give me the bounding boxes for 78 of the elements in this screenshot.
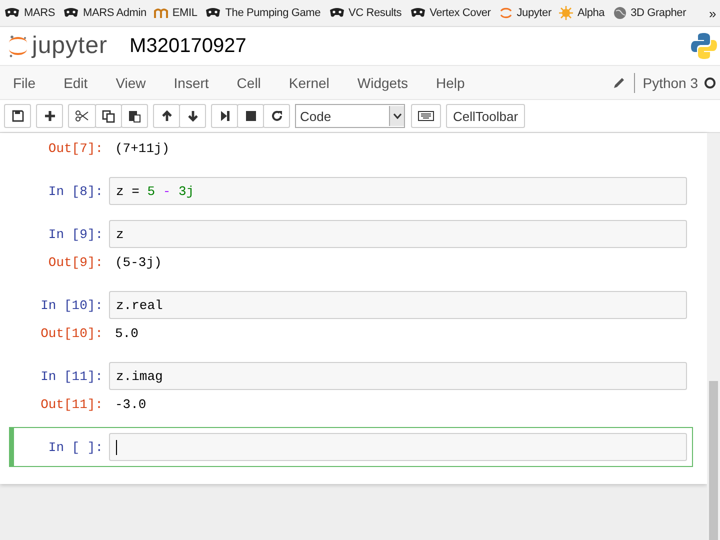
menu-item[interactable]: Cell [236,74,261,90]
text-cursor [116,440,117,454]
arrow-up-icon [160,110,172,122]
code-input[interactable]: z [109,220,687,248]
output-text: -3.0 [114,396,146,412]
menu-item[interactable]: View [116,74,146,90]
mask-icon [328,7,345,19]
bookmark-link[interactable]: EMIL [154,7,198,19]
paste-button[interactable] [121,104,148,128]
bookmark-link[interactable]: Alpha [559,6,605,20]
menu-item[interactable]: Insert [174,74,209,90]
jupyter-logo: jupyter [8,32,108,60]
code-input[interactable]: z.real [109,291,687,319]
python-logo-icon [690,32,718,60]
selected-cell[interactable]: In [ ]: [9,427,693,467]
globe-icon [612,6,627,20]
step-forward-icon [218,110,230,122]
bookmark-link[interactable]: VC Results [328,7,402,19]
output-prompt: Out[11]: [40,396,104,412]
output-prompt: Out[7]: [47,140,104,156]
pencil-icon [612,76,626,90]
move-up-button[interactable] [153,104,180,128]
output-text: (7+11j) [114,140,170,156]
menu-item[interactable]: Kernel [288,74,330,90]
bookmark-link[interactable]: 3D Grapher [612,6,686,20]
output-prompt: Out[9]: [47,254,104,270]
output-prompt: Out[10]: [40,326,104,340]
keyboard-icon [418,111,434,121]
paste-icon [128,110,141,122]
move-down-button[interactable] [179,104,206,128]
code-input[interactable]: z.imag [109,362,687,390]
bookmark-link[interactable]: The Pumping Game [205,7,321,19]
keyboard-button[interactable] [411,104,441,128]
notebook-title[interactable]: M320170927 [130,34,246,58]
restart-icon [270,110,282,122]
code-input[interactable]: z = 5 - 3j [109,177,687,205]
bookmark-link[interactable]: Jupyter [498,6,552,20]
add-cell-button[interactable] [36,104,63,128]
input-prompt: In [8]: [47,184,104,198]
input-prompt: In [10]: [40,298,104,312]
bookmark-link[interactable]: Vertex Cover [410,7,491,19]
copy-icon [102,110,115,122]
save-icon [12,110,24,122]
scrollbar-thumb[interactable] [709,381,718,540]
kernel-name: Python 3 [642,74,698,90]
plus-icon [44,110,56,122]
cell-type-dropdown[interactable]: Code [295,104,405,128]
input-prompt: In [11]: [40,368,104,384]
input-prompt: In [9]: [47,226,104,242]
stop-button[interactable] [237,104,264,128]
input-prompt: In [ ]: [47,440,104,454]
run-button[interactable] [211,104,238,128]
bookmark-link[interactable]: MARS [4,7,55,19]
mask-icon [410,7,426,19]
output-text: 5.0 [114,326,138,340]
bookmark-link[interactable]: MARS Admin [62,7,146,19]
caret-icon [392,113,402,119]
sun-icon [559,6,574,20]
restart-button[interactable] [263,104,290,128]
letter-m-icon [154,7,168,19]
menu-item[interactable]: Help [436,74,465,90]
scissors-icon [75,110,89,122]
copy-button[interactable] [95,104,122,128]
celltoolbar-button[interactable]: CellToolbar [446,104,526,128]
code-input[interactable] [109,433,687,461]
cut-button[interactable] [68,104,96,128]
ring-icon [498,6,513,20]
save-button[interactable] [4,104,31,128]
stop-icon [244,110,256,122]
mask-icon [62,7,79,19]
mask-icon [205,7,222,19]
menu-item[interactable]: File [13,74,36,90]
mask-icon [4,7,20,19]
menu-item[interactable]: Widgets [357,74,408,90]
output-text: (5-3j) [114,254,162,270]
menu-item[interactable]: Edit [64,74,88,90]
arrow-down-icon [186,110,198,122]
more-bookmarks-button[interactable]: » [708,6,716,20]
